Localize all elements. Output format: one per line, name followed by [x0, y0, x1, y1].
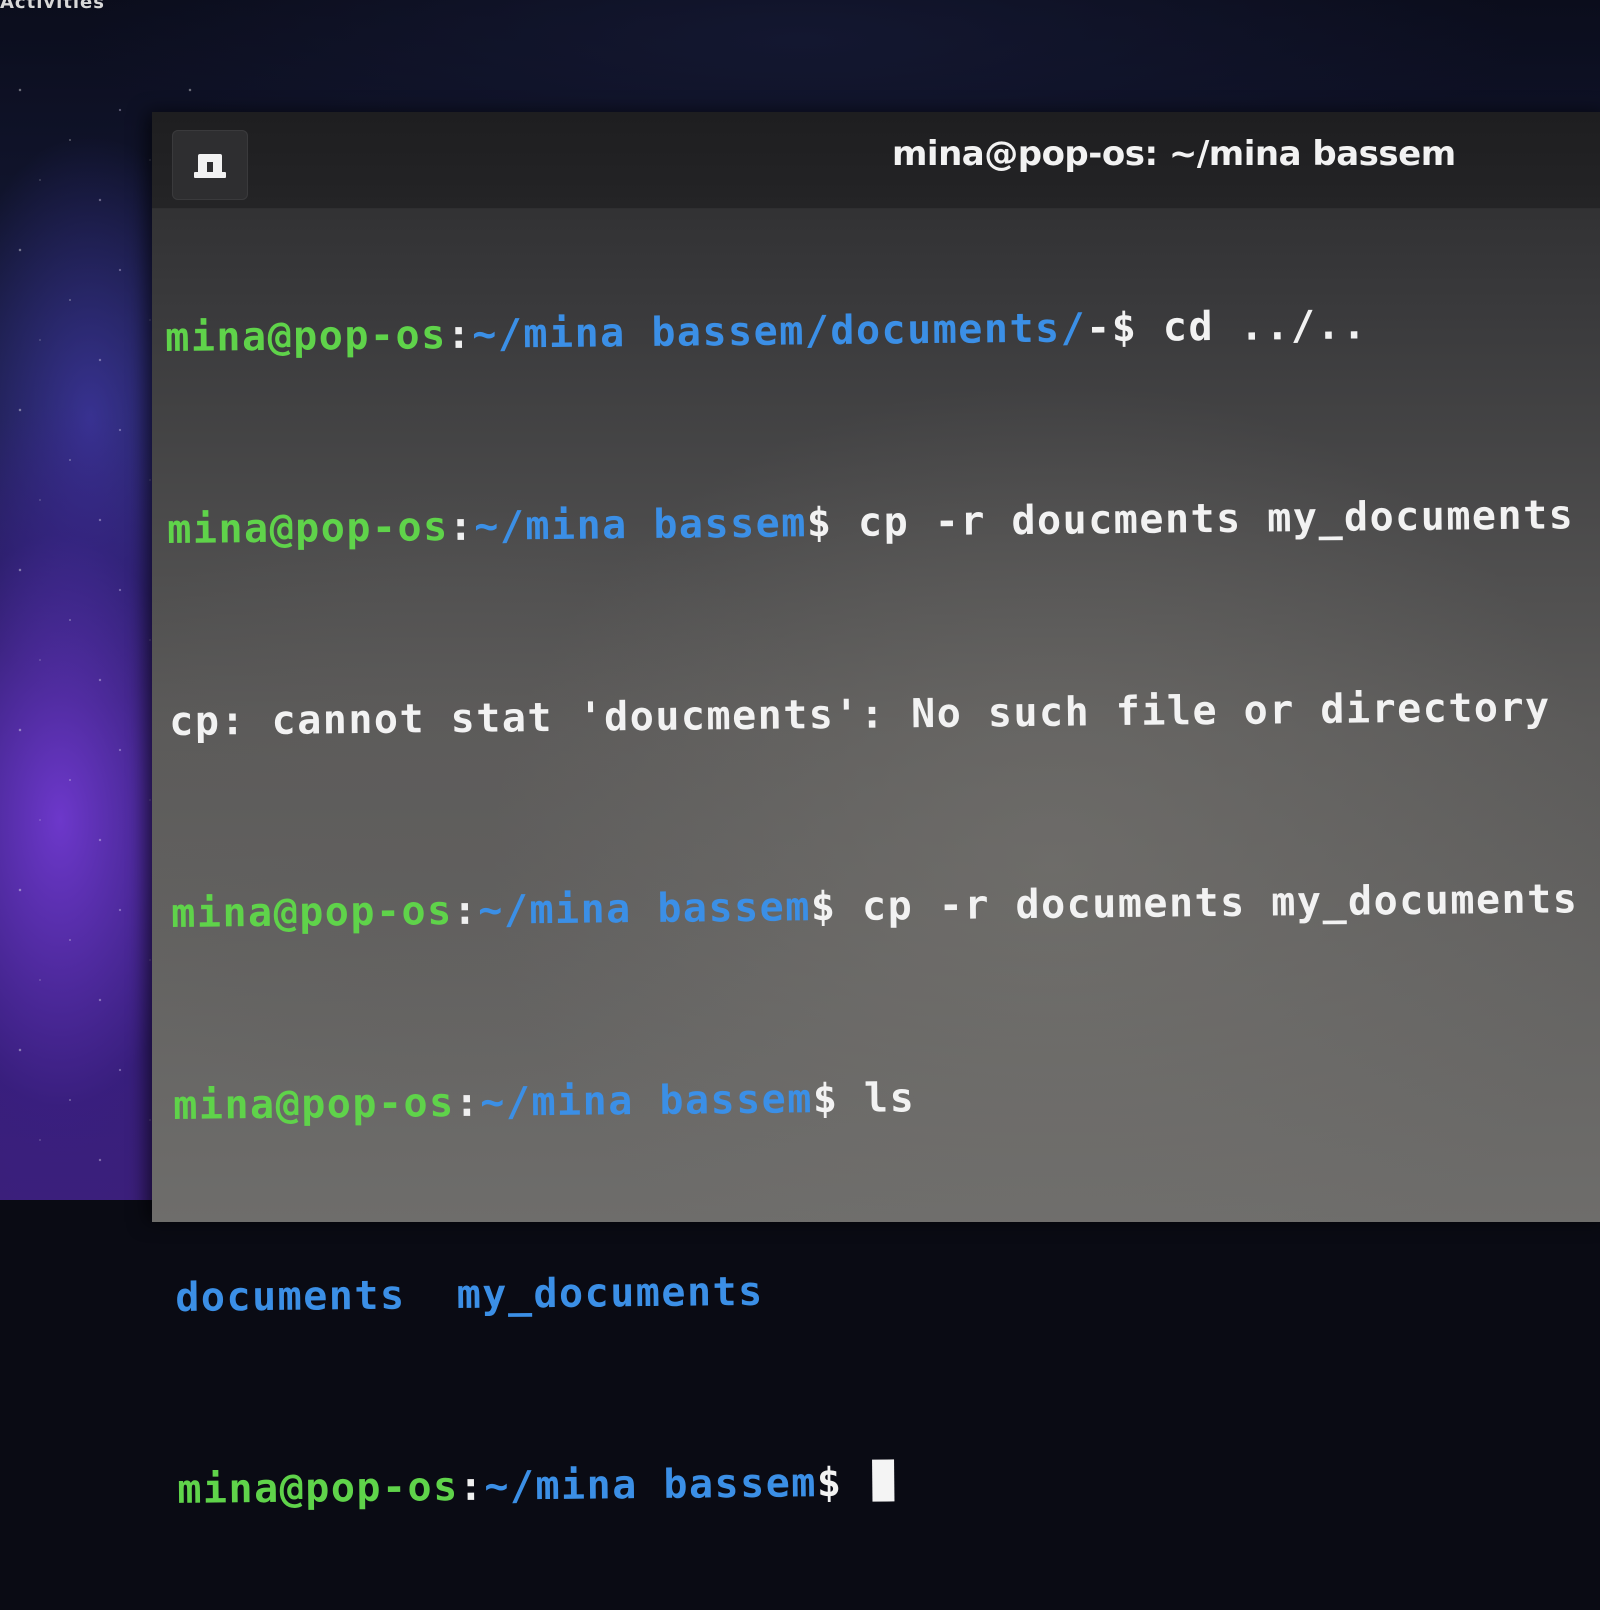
prompt-path: ~/mina bassem — [478, 884, 812, 934]
terminal-line: mina@pop-os:~/mina bassem$ — [177, 1451, 1600, 1514]
prompt-path: ~/mina bassem/documents/ — [471, 305, 1087, 358]
terminal-line: mina@pop-os:~/mina bassem$ cp -r documen… — [171, 875, 1600, 938]
prompt-separator: : — [448, 503, 475, 551]
directory-entry: my_documents — [456, 1268, 764, 1318]
prompt-user: mina@pop-os — [171, 888, 453, 937]
terminal-line: mina@pop-os:~/mina bassem$ cp -r doucmen… — [167, 491, 1600, 554]
terminal-line: documents my_documents — [175, 1259, 1600, 1322]
terminal-titlebar[interactable]: mina@pop-os: ~/mina bassem — [152, 112, 1600, 209]
prompt-path: ~/mina bassem — [484, 1460, 818, 1510]
prompt-symbol: $ — [812, 1075, 865, 1123]
prompt-symbol: -$ — [1085, 304, 1164, 352]
terminal-output[interactable]: mina@pop-os:~/mina bassem/documents/-$ c… — [164, 203, 1600, 1610]
terminal-line: cp: cannot stat 'doucments': No such fil… — [169, 683, 1600, 746]
activities-button[interactable]: Activities — [0, 0, 105, 13]
error-output: cp: cannot stat 'doucments': No such fil… — [169, 684, 1551, 745]
terminal-window[interactable]: mina@pop-os: ~/mina bassem mina@pop-os:~… — [152, 112, 1600, 1513]
prompt-symbol: $ — [806, 499, 859, 547]
prompt-separator: : — [452, 887, 479, 935]
prompt-path: ~/mina bassem — [480, 1076, 814, 1126]
listing-gap — [405, 1272, 457, 1319]
command-text: cp -r doucments my_documents — [857, 492, 1575, 546]
prompt-symbol: $ — [816, 1459, 869, 1507]
new-tab-icon — [194, 154, 226, 178]
text-cursor — [871, 1459, 895, 1502]
terminal-line: mina@pop-os:~/mina bassem$ ls — [173, 1067, 1600, 1130]
command-text: cd ../.. — [1162, 302, 1368, 351]
prompt-symbol: $ — [810, 883, 863, 931]
command-text: cp -r documents my_documents — [861, 876, 1579, 930]
prompt-user: mina@pop-os — [165, 312, 447, 361]
prompt-separator: : — [446, 311, 473, 359]
prompt-path: ~/mina bassem — [474, 500, 808, 550]
prompt-user: mina@pop-os — [173, 1080, 455, 1129]
prompt-separator: : — [454, 1079, 481, 1127]
prompt-user: mina@pop-os — [167, 504, 449, 553]
window-title: mina@pop-os: ~/mina bassem — [892, 134, 1456, 174]
command-text: ls — [863, 1075, 916, 1122]
prompt-separator: : — [458, 1463, 485, 1510]
directory-entry: documents — [175, 1272, 406, 1321]
terminal-line: mina@pop-os:~/mina bassem/documents/-$ c… — [165, 299, 1600, 362]
prompt-user: mina@pop-os — [177, 1463, 459, 1513]
new-tab-button[interactable] — [172, 130, 248, 200]
